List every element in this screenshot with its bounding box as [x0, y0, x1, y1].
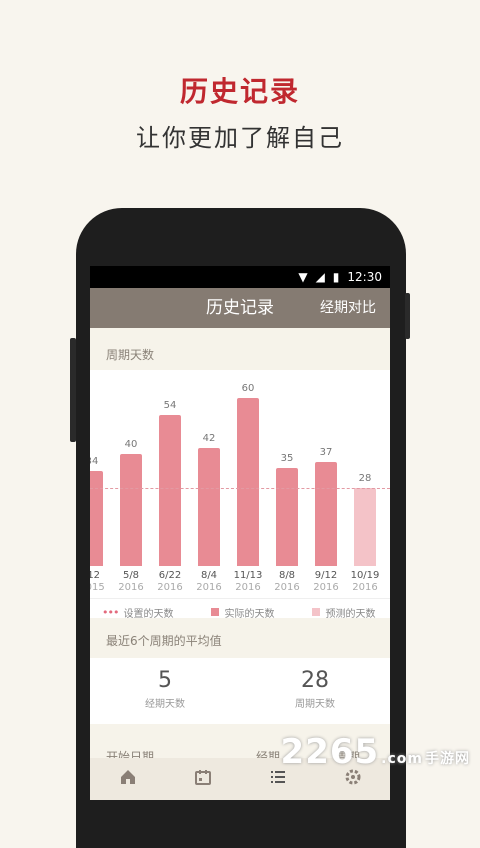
legend-label: 预测的天数 [325, 608, 376, 620]
chart-bar [120, 454, 142, 566]
chart-bar-value: 42 [202, 433, 216, 445]
chart-x-tick: 11/13 2016 [233, 570, 263, 593]
legend-swatch [211, 608, 220, 616]
chart-bar [276, 468, 298, 566]
compare-periods-button[interactable]: 经期对比 [320, 288, 376, 328]
promo-title: 历史记录 [179, 75, 300, 108]
legend-swatch: ••• [102, 605, 119, 619]
legend-swatch [312, 608, 321, 616]
chart-bar [354, 487, 376, 566]
app-bar: 历史记录 经期对比 [90, 288, 390, 328]
period-days-stat: 5 经期天数 [90, 658, 240, 724]
cycle-days-value: 28 [301, 668, 329, 693]
status-bar: ▼ ◢ ▮ 12:30 [90, 266, 390, 288]
promo-subtitle: 让你更加了解自己 [136, 124, 344, 152]
chart-bar [237, 398, 259, 566]
watermark-suffix: .com [381, 751, 423, 767]
chart-x-tick: 10/19 2016 [350, 570, 380, 593]
chart-bar [315, 462, 337, 566]
chart-reference-line [90, 487, 390, 489]
site-watermark: 2265 .com 手游网 [281, 732, 470, 772]
chart-bar-value: 60 [241, 383, 255, 394]
wifi-icon: ▼ [298, 270, 308, 284]
legend-label: 设置的天数 [123, 608, 174, 620]
chart-x-tick: 8/4 2016 [196, 570, 222, 593]
chart-bar-value: 37 [319, 447, 333, 459]
home-icon[interactable] [119, 768, 137, 790]
chart-bar-value: 35 [280, 453, 294, 464]
chart-bar [159, 414, 181, 566]
cycle-chart[interactable]: 34/122015405/82016546/222016428/42016601… [90, 370, 390, 621]
chart-bar-value: 34 [90, 455, 99, 467]
chart-bar [198, 448, 220, 566]
chart-section-label: 周期天数 [106, 348, 155, 362]
chart-x-tick: 8/8 2016 [274, 570, 300, 593]
phone-side-button-right [405, 293, 410, 339]
battery-icon: ▮ [332, 270, 340, 284]
chart-bar-value: 54 [163, 399, 177, 411]
chart-bar-value: 40 [124, 439, 138, 450]
legend-label: 实际的天数 [224, 608, 275, 620]
period-days-value: 5 [158, 668, 172, 693]
average-section-label: 最近6个周期的平均值 [106, 634, 222, 648]
chart-legend: ••• 设置的天数 实际的天数 预测的天数 [90, 598, 390, 621]
average-card: 5 经期天数 28 周期天数 [90, 658, 390, 724]
legend-item: 实际的天数 [211, 605, 274, 620]
chart-x-tick: 9/12 2016 [313, 570, 339, 593]
status-time: 12:30 [347, 270, 382, 284]
calendar-icon[interactable] [194, 768, 212, 790]
phone-side-button-left [70, 338, 76, 442]
legend-item: 预测的天数 [312, 605, 375, 620]
cycle-days-stat: 28 周期天数 [240, 658, 390, 724]
signal-icon: ◢ [315, 270, 325, 284]
phone-screen: ▼ ◢ ▮ 12:30 历史记录 经期对比 周期天数 34/122015405/… [90, 266, 390, 800]
watermark-cn: 手游网 [425, 751, 470, 767]
chart-bar-value: 28 [358, 472, 372, 484]
legend-item: ••• 设置的天数 [102, 605, 173, 620]
chart-x-tick: 5/8 2016 [118, 570, 144, 593]
watermark-text: 2265 [280, 732, 380, 772]
cycle-days-caption: 周期天数 [295, 699, 335, 710]
period-days-caption: 经期天数 [145, 699, 185, 710]
chart-x-tick: 6/22 2016 [157, 570, 183, 593]
chart-bar [90, 470, 103, 566]
